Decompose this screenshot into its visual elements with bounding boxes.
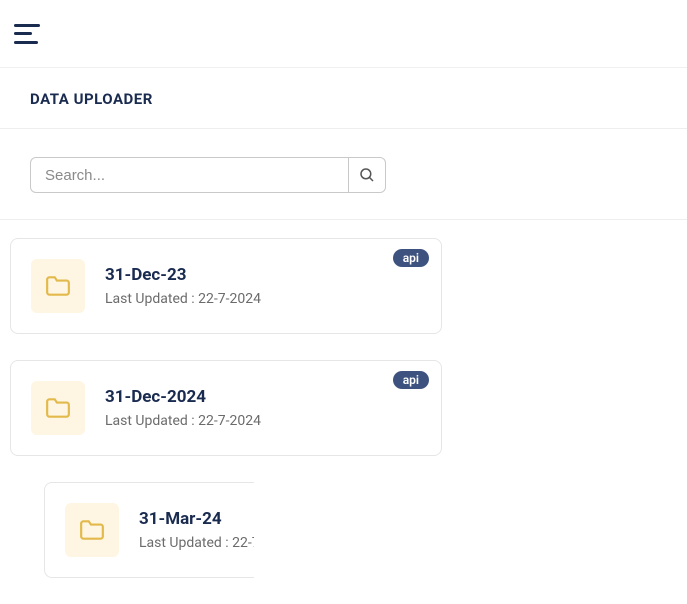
folder-icon <box>31 259 85 313</box>
menu-icon[interactable] <box>14 24 40 44</box>
card-title: 31-Dec-23 <box>105 265 261 285</box>
api-badge: api <box>393 249 429 267</box>
card-subtitle: Last Updated : 22-7-2024 <box>139 535 254 551</box>
folder-card[interactable]: 31-Mar-24 Last Updated : 22-7-2024 <box>44 482 254 578</box>
card-title: 31-Dec-2024 <box>105 387 261 407</box>
folder-card[interactable]: 31-Dec-2024 Last Updated : 22-7-2024 api <box>10 360 442 456</box>
api-badge: api <box>393 371 429 389</box>
page-title: DATA UPLOADER <box>30 90 657 108</box>
search-icon <box>358 166 376 184</box>
search-button[interactable] <box>348 157 386 193</box>
card-subtitle: Last Updated : 22-7-2024 <box>105 291 261 307</box>
folder-icon <box>31 381 85 435</box>
search-input[interactable] <box>30 157 348 193</box>
folder-card[interactable]: 31-Dec-23 Last Updated : 22-7-2024 api <box>10 238 442 334</box>
card-title: 31-Mar-24 <box>139 509 254 529</box>
search-wrap <box>30 157 386 193</box>
card-subtitle: Last Updated : 22-7-2024 <box>105 413 261 429</box>
folder-icon <box>65 503 119 557</box>
